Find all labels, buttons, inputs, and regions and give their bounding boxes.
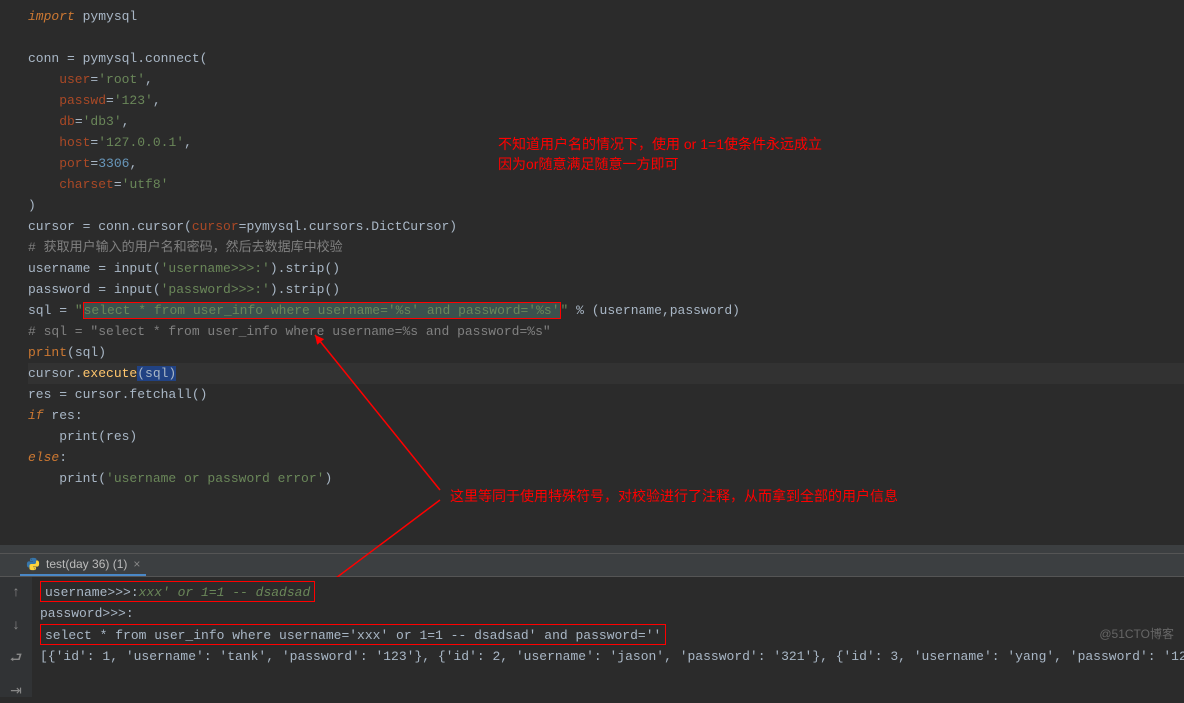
rerun-icon[interactable]: ↑ (12, 583, 20, 604)
run-tab-bar: test(day 36) (1) × (0, 553, 1184, 577)
console-gutter: ↑ ↓ ⮐ ⇥ (0, 577, 32, 697)
code-line: password = input('password>>>:').strip() (28, 279, 1184, 300)
code-line: # 获取用户输入的用户名和密码，然后去数据库中校验 (28, 237, 1184, 258)
code-line: ) (28, 195, 1184, 216)
run-tab-active[interactable]: test(day 36) (1) × (20, 554, 146, 576)
soft-wrap-icon[interactable]: ⮐ (10, 649, 23, 670)
close-icon[interactable]: × (133, 557, 140, 571)
stop-icon[interactable]: ↓ (12, 616, 20, 637)
annotation-comment-1: 不知道用户名的情况下，使用 or 1=1使条件永远成立 因为or随意满足随意一方… (498, 134, 822, 174)
code-line: db='db3', (28, 111, 1184, 132)
tab-label: test(day 36) (1) (46, 557, 127, 571)
code-line: passwd='123', (28, 90, 1184, 111)
code-line: res = cursor.fetchall() (28, 384, 1184, 405)
code-editor[interactable]: import pymysql conn = pymysql.connect( u… (0, 0, 1184, 545)
code-line: username = input('username>>>:').strip() (28, 258, 1184, 279)
code-line-current: cursor.execute(sql) (28, 363, 1184, 384)
console-sql-line: select * from user_info where username='… (40, 624, 666, 645)
panel-separator[interactable] (0, 545, 1184, 553)
code-line (28, 27, 1184, 48)
sql-injection-highlight: select * from user_info where username='… (83, 302, 561, 319)
code-line: sql = "select * from user_info where use… (28, 300, 1184, 321)
console-line: password>>>: (40, 603, 1176, 624)
python-icon (26, 557, 40, 571)
code-line: charset='utf8' (28, 174, 1184, 195)
code-line: cursor = conn.cursor(cursor=pymysql.curs… (28, 216, 1184, 237)
annotation-comment-2: 这里等同于使用特殊符号，对校验进行了注释，从而拿到全部的用户信息 (450, 486, 898, 506)
console-result-line: [{'id': 1, 'username': 'tank', 'password… (40, 646, 1176, 667)
watermark: @51CTO博客 (1099, 625, 1174, 642)
code-line: print(res) (28, 426, 1184, 447)
code-line: import pymysql (28, 6, 1184, 27)
scroll-end-icon[interactable]: ⇥ (10, 682, 22, 703)
code-line: # sql = "select * from user_info where u… (28, 321, 1184, 342)
code-line: if res: (28, 405, 1184, 426)
console-input-line: username>>>:xxx' or 1=1 -- dsadsad (40, 581, 315, 602)
code-line: user='root', (28, 69, 1184, 90)
code-line: print(sql) (28, 342, 1184, 363)
code-line: conn = pymysql.connect( (28, 48, 1184, 69)
code-line: else: (28, 447, 1184, 468)
run-console[interactable]: ↑ ↓ ⮐ ⇥ username>>>:xxx' or 1=1 -- dsads… (0, 577, 1184, 697)
